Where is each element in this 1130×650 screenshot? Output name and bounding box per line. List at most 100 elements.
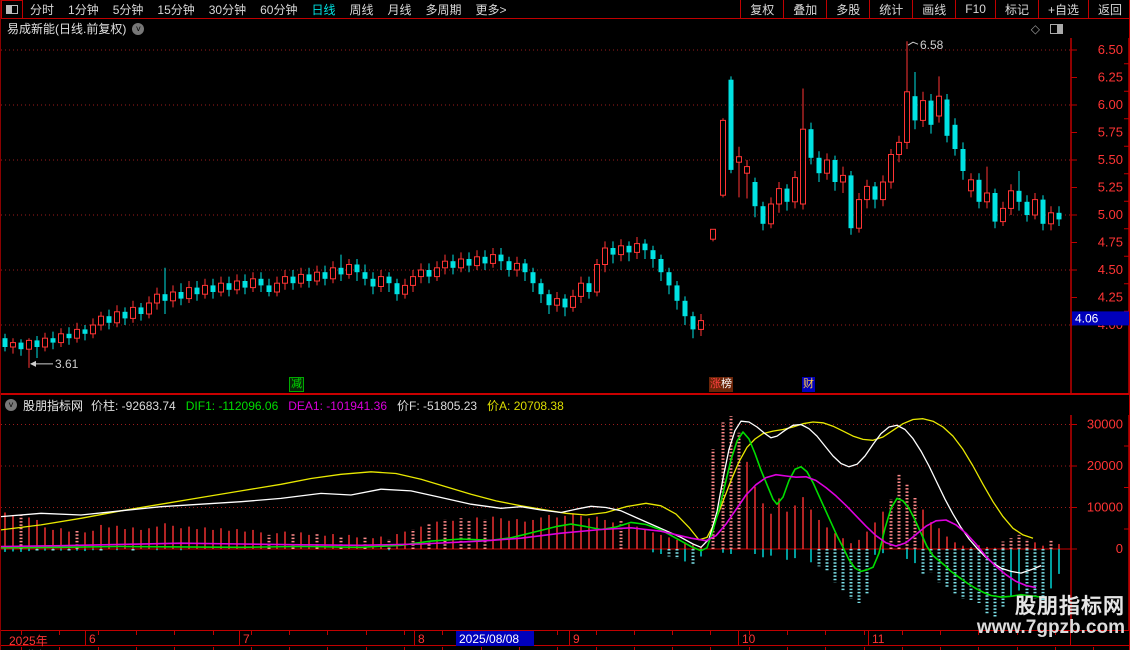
tool-button-返回[interactable]: 返回 [1088,0,1130,19]
period-toolbar: 分时 1分钟 5分钟 15分钟 30分钟 60分钟日线周线月线多周期更多> 复权叠加多股统… [1,0,1130,19]
layout-button[interactable] [1,0,23,19]
month-label-8: 8 [418,632,425,646]
week-tick [825,631,826,635]
svg-text:3.61: 3.61 [55,357,79,371]
month-label-6: 6 [89,632,96,646]
price-axis-label: 4.75 [1098,235,1123,250]
period-tab-月线[interactable]: 月线 [388,1,412,18]
event-marker-财[interactable]: 财 [802,377,815,392]
month-separator [868,631,869,646]
period-tab-周线[interactable]: 周线 [349,1,373,18]
tool-button-F10[interactable]: F10 [955,0,995,19]
period-tab-更多>[interactable]: 更多> [476,1,507,18]
selected-date-badge: 2025/08/08五 [456,631,534,646]
period-tab-60分钟[interactable]: 60分钟 [260,1,297,18]
date-axis[interactable]: 2025年 678910112025/08/08五 [1,630,1130,646]
week-tick [787,631,788,635]
week-tick [940,631,941,635]
period-tab-多周期[interactable]: 多周期 [426,1,462,18]
tool-button-叠加[interactable]: 叠加 [783,0,826,19]
candlestick-chart[interactable]: 6.58 3.61 6.50 6.25 6.00 5.75 5.50 5.25 5.00 4.75… [1,38,1130,394]
indicator-values: 价柱: -92683.74 DIF1: -112096.06 DEA1: -1019… [91,397,574,414]
month-label-11: 11 [872,632,884,646]
week-tick [902,631,903,635]
month-separator [85,631,86,646]
month-label-7: 7 [243,632,250,646]
indicator-line-white [1,421,1041,573]
tool-button-统计[interactable]: 统计 [869,0,912,19]
period-tab-日线[interactable]: 日线 [311,1,335,18]
price-axis-label: 4.50 [1098,262,1123,277]
week-tick [289,631,290,635]
period-tab-分时[interactable]: 分时 [30,1,54,18]
price-axis-label: 6.50 [1098,42,1123,57]
price-axis-label: 6.25 [1098,70,1123,85]
week-tick [213,631,214,635]
week-tick [442,631,443,635]
week-tick [98,631,99,635]
week-tick [174,631,175,635]
indicator-readout: DEA1: -101941.36 [288,399,387,413]
week-tick [366,631,367,635]
week-tick [136,631,137,635]
indicator-axis-label: 30000 [1087,417,1123,432]
indicator-readout: 价F: -51805.23 [397,399,477,413]
page-title: 易成新能(日线.前复权) [7,20,126,37]
indicator-chart[interactable]: 3000020000100000 [1,415,1130,630]
week-tick [59,631,60,635]
week-tick [327,631,328,635]
price-axis-label: 5.00 [1098,207,1123,222]
indicator-header: ˅ 股朋指标网 价柱: -92683.74 DIF1: -112096.06 DEA… [1,395,1071,415]
week-tick [634,631,635,635]
tool-button-+自选[interactable]: +自选 [1038,0,1088,19]
month-separator [738,631,739,646]
week-tick [596,631,597,635]
split-window-icon [6,5,18,14]
trading-app-window: 分时 1分钟 5分钟 15分钟 30分钟 60分钟日线周线月线多周期更多> 复权叠加多股统… [0,0,1130,650]
week-tick [1055,631,1056,635]
price-axis-label: 5.50 [1098,152,1123,167]
week-tick [864,631,865,635]
week-tick [557,631,558,635]
current-price-badge: 4.06 [1075,311,1099,325]
axis-border [1070,631,1071,646]
event-marker-涨榜[interactable]: 涨榜 [709,377,733,392]
tool-button-画线[interactable]: 画线 [912,0,955,19]
week-tick [404,631,405,635]
tool-button-复权[interactable]: 复权 [740,0,783,19]
week-tick [21,631,22,635]
period-tabs: 分时 1分钟 5分钟 15分钟 30分钟 60分钟日线周线月线多周期更多> [23,1,507,18]
price-axis-label: 5.75 [1098,125,1123,140]
period-tab-1分钟[interactable]: 1分钟 [68,1,99,18]
indicator-readout: 价A: 20708.38 [487,399,564,413]
indicator-axis-label: 0 [1116,541,1123,556]
price-axis-label: 5.25 [1098,180,1123,195]
week-tick [978,631,979,635]
svg-text:6.58: 6.58 [920,38,944,52]
period-tab-15分钟[interactable]: 15分钟 [157,1,194,18]
period-tab-30分钟[interactable]: 30分钟 [209,1,246,18]
month-label-9: 9 [573,632,580,646]
tool-button-多股[interactable]: 多股 [826,0,869,19]
indicator-line-green [1,432,1041,597]
window-icon[interactable] [1050,24,1063,34]
collapse-icon[interactable]: ˅ [5,399,17,411]
title-row: 易成新能(日线.前复权) ˅ ◇ [1,19,1130,38]
week-tick [710,631,711,635]
week-tick [749,631,750,635]
indicator-line-magenta [1,475,1036,588]
indicator-readout: 价柱: -92683.74 [91,399,176,413]
diamond-icon[interactable]: ◇ [1031,22,1040,36]
event-marker-减[interactable]: 减 [289,377,304,392]
tool-buttons: 复权叠加多股统计画线F10标记+自选返回 [740,0,1130,19]
tool-button-标记[interactable]: 标记 [995,0,1038,19]
indicator-name: 股朋指标网 [23,397,83,414]
indicator-readout: DIF1: -112096.06 [186,399,279,413]
month-separator [414,631,415,646]
week-tick [251,631,252,635]
period-tab-5分钟[interactable]: 5分钟 [113,1,144,18]
month-separator [239,631,240,646]
chevron-down-icon[interactable]: ˅ [132,23,144,35]
week-tick [1017,631,1018,635]
price-axis-label: 6.00 [1098,97,1123,112]
